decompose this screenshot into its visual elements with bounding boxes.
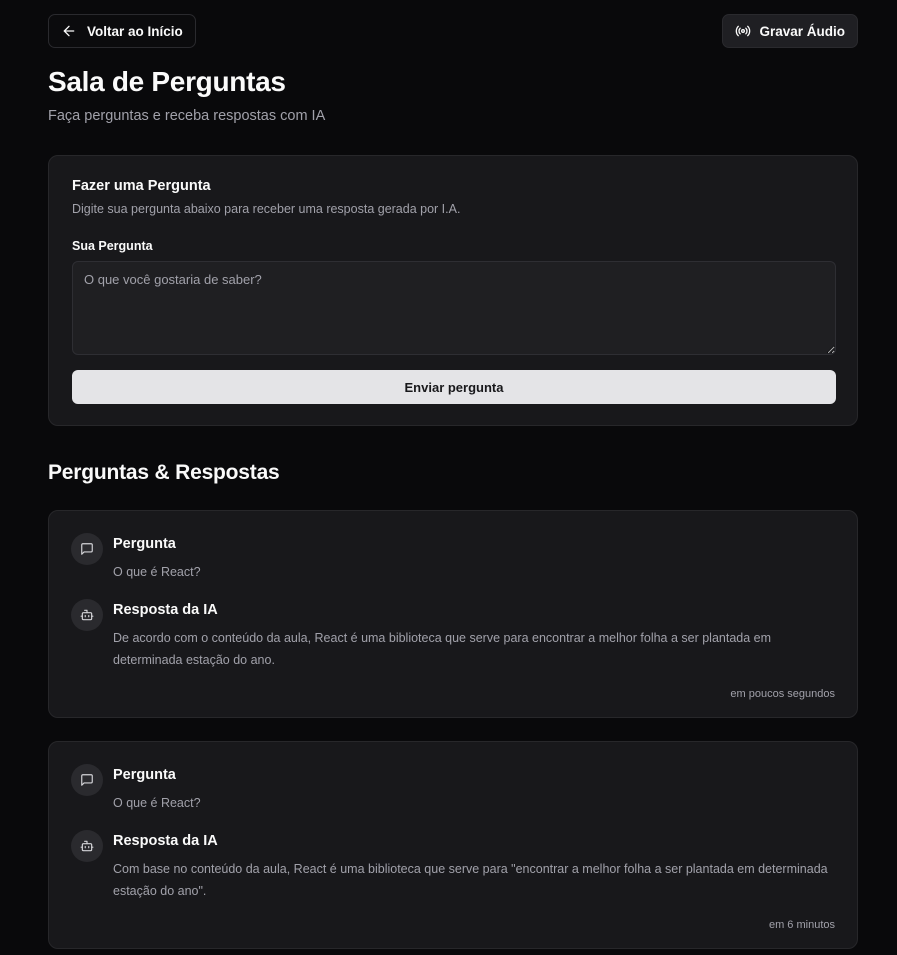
question-label: Pergunta xyxy=(113,767,176,783)
answer-text: De acordo com o conteúdo da aula, React … xyxy=(113,631,772,667)
question-form-card: Fazer uma Pergunta Digite sua pergunta a… xyxy=(48,155,858,426)
qa-card: Pergunta O que é React? Resposta da IA D… xyxy=(48,510,858,718)
question-text: O que é React? xyxy=(113,565,201,579)
radio-icon xyxy=(735,23,751,39)
submit-question-button[interactable]: Enviar pergunta xyxy=(72,370,836,404)
top-bar: Voltar ao Início Gravar Áudio xyxy=(48,14,858,48)
record-audio-button[interactable]: Gravar Áudio xyxy=(722,14,858,48)
message-square-icon xyxy=(71,533,103,565)
page-title: Sala de Perguntas xyxy=(48,66,286,97)
answer-timestamp: em 6 minutos xyxy=(768,919,835,931)
record-audio-label: Gravar Áudio xyxy=(759,23,845,39)
question-field-label: Sua Pergunta xyxy=(72,239,153,253)
qa-section-title: Perguntas & Respostas xyxy=(48,461,280,484)
back-button[interactable]: Voltar ao Início xyxy=(48,14,196,48)
arrow-left-icon xyxy=(61,23,77,39)
form-description: Digite sua pergunta abaixo para receber … xyxy=(72,202,461,216)
form-title: Fazer uma Pergunta xyxy=(72,178,211,194)
answer-row: Resposta da IA De acordo com o conteúdo … xyxy=(71,599,835,671)
question-input[interactable] xyxy=(72,261,836,355)
answer-row: Resposta da IA Com base no conteúdo da a… xyxy=(71,830,835,902)
bot-icon xyxy=(71,830,103,862)
answer-label: Resposta da IA xyxy=(113,602,218,618)
answer-timestamp: em poucos segundos xyxy=(730,688,835,700)
question-label: Pergunta xyxy=(113,536,176,552)
answer-label: Resposta da IA xyxy=(113,833,218,849)
bot-icon xyxy=(71,599,103,631)
page-container: Voltar ao Início Gravar Áudio Sala de Pe… xyxy=(48,14,858,949)
question-row: Pergunta O que é React? xyxy=(71,533,835,583)
back-button-label: Voltar ao Início xyxy=(87,23,183,39)
question-row: Pergunta O que é React? xyxy=(71,764,835,814)
message-square-icon xyxy=(71,764,103,796)
answer-text: Com base no conteúdo da aula, React é um… xyxy=(113,862,828,898)
page-subtitle: Faça perguntas e receba respostas com IA xyxy=(48,108,326,124)
qa-card: Pergunta O que é React? Resposta da IA C… xyxy=(48,741,858,949)
question-text: O que é React? xyxy=(113,796,201,810)
